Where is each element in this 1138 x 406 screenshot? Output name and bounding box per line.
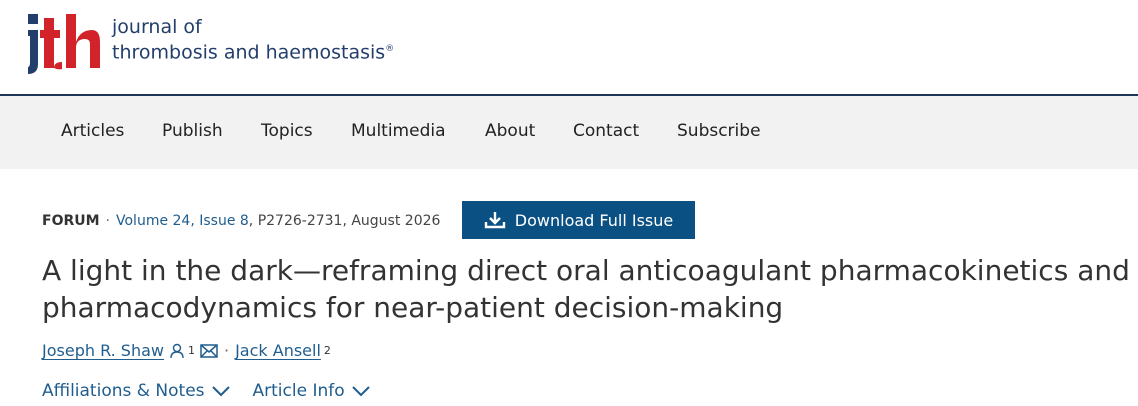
meta-separator: · [105,213,110,229]
download-full-issue-button[interactable]: Download Full Issue [462,201,695,239]
chevron-down-icon [351,386,370,397]
affiliations-label: Affiliations & Notes [42,381,205,401]
nav-item-articles[interactable]: Articles [61,121,124,141]
article-meta: FORUM · Volume 24, Issue 8, P2726-2731, Au… [42,213,440,229]
nav-item-publish[interactable]: Publish [162,121,223,141]
nav-item-topics[interactable]: Topics [261,121,313,141]
nav-item-subscribe[interactable]: Subscribe [677,121,761,141]
main-nav: Articles Publish Topics Multimedia About… [0,96,1138,169]
envelope-icon[interactable] [200,343,218,358]
article-info-label: Article Info [252,381,345,401]
article-expanders: Affiliations & Notes Article Info [42,381,393,401]
article-type: FORUM [42,213,100,229]
article-title: A light in the dark—reframing direct ora… [42,254,1130,324]
author-link-ansell[interactable]: Jack Ansell [235,341,321,360]
affiliations-notes-toggle[interactable]: Affiliations & Notes [42,381,231,401]
registered-mark: ® [385,44,395,54]
journal-name-line1: journal of [112,16,202,38]
nav-item-about[interactable]: About [485,121,535,141]
author-affiliation-sup: 2 [323,344,331,357]
journal-name-line2: thrombosis and haemostasis [112,41,386,64]
journal-logo[interactable] [26,12,104,76]
download-icon [484,212,505,229]
site-header: journal of thrombosis and haemostasis® [0,0,1138,96]
author-affiliation-sup: 1 [187,344,195,357]
download-button-label: Download Full Issue [514,210,674,230]
article-info-toggle[interactable]: Article Info [253,381,371,401]
volume-issue-link[interactable]: Volume 24, Issue 8 [116,213,249,229]
journal-name: journal of thrombosis and haemostasis® [112,16,394,63]
author-list: Joseph R. Shaw 1 · Jack Ansell 2 [42,341,331,360]
person-icon[interactable] [169,343,185,359]
nav-item-contact[interactable]: Contact [573,121,639,141]
pages-date: , P2726-2731, August 2026 [248,213,441,229]
author-separator: · [223,341,230,360]
jth-logo-mark [26,12,104,76]
chevron-down-icon [211,386,230,397]
author-link-shaw[interactable]: Joseph R. Shaw [42,341,164,360]
nav-item-multimedia[interactable]: Multimedia [351,121,446,141]
